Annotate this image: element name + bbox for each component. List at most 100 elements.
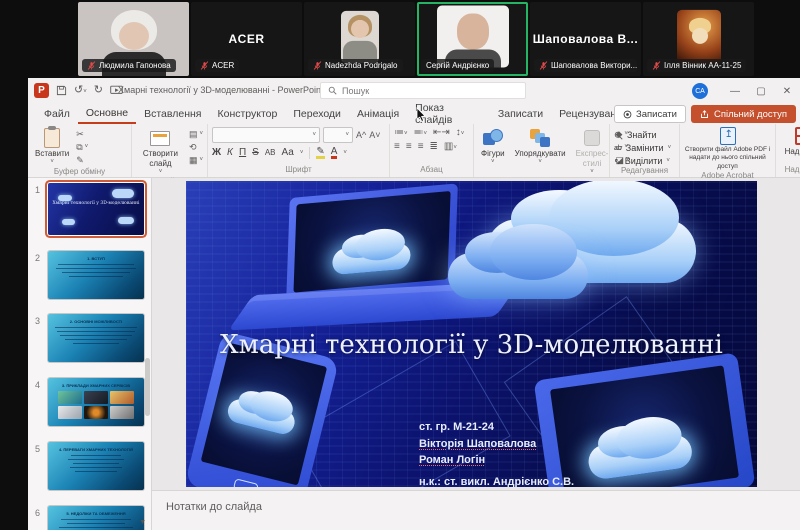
slide-thumbnail-6[interactable]: 5. НЕДОЛІКИ ТА ОБМЕЖЕННЯ bbox=[48, 506, 144, 530]
replace-button[interactable]: ab Замінити˅ bbox=[614, 143, 671, 153]
slide-thumbnail-1-selected[interactable]: Хмарні технології у 3D-моделюванні bbox=[48, 183, 144, 235]
cloud-shape bbox=[62, 219, 75, 225]
slide-title[interactable]: Хмарні технології у 3D-моделюванні bbox=[186, 330, 757, 360]
phone-home-button bbox=[233, 478, 259, 487]
paste-button[interactable]: Вставити˅ bbox=[32, 127, 72, 167]
tab-file[interactable]: Файл bbox=[36, 104, 78, 124]
section-icon[interactable]: ▦˅ bbox=[189, 155, 203, 166]
group-label: Редагування bbox=[610, 166, 679, 177]
align-center-icon[interactable]: ≡ bbox=[406, 141, 412, 152]
slide-thumbnail-3[interactable]: 2. ОСНОВНІ МОЖЛИВОСТІ bbox=[48, 314, 144, 362]
font-color-button[interactable]: А bbox=[331, 147, 338, 159]
reset-icon[interactable]: ⟲ bbox=[189, 142, 203, 153]
ribbon-tab-bar: Файл Основне Вставлення Конструктор Пере… bbox=[28, 104, 800, 124]
new-slide-button[interactable]: Створити слайд˅ bbox=[136, 127, 185, 177]
line-spacing-icon[interactable]: ↕˅ bbox=[456, 127, 465, 138]
justify-icon[interactable]: ≣ bbox=[430, 141, 438, 152]
text-line bbox=[61, 519, 130, 520]
tab-record[interactable]: Записати bbox=[490, 104, 551, 124]
participant-video bbox=[119, 22, 149, 50]
font-name-select[interactable]: ˅ bbox=[212, 127, 320, 143]
mic-muted-icon bbox=[652, 61, 661, 70]
indent-icons[interactable]: ⇤⇥ bbox=[433, 127, 450, 138]
thumbnail-image bbox=[58, 406, 82, 419]
italic-button[interactable]: К bbox=[227, 147, 233, 158]
tab-design[interactable]: Конструктор bbox=[209, 104, 285, 124]
participant-tile[interactable]: ACER ACER bbox=[191, 2, 302, 76]
participant-name-tag: Шаповалова Виктори... bbox=[534, 59, 637, 72]
tab-insert[interactable]: Вставлення bbox=[136, 104, 209, 124]
undo-icon[interactable]: ↺˅ bbox=[74, 85, 87, 96]
tab-transitions[interactable]: Переходи bbox=[285, 104, 349, 124]
slide-canvas[interactable]: Хмарні технології у 3D-моделюванні ст. г… bbox=[186, 181, 757, 487]
create-pdf-button[interactable]: Створити файл Adobe PDF і надати до ньог… bbox=[684, 146, 771, 171]
slide-credits[interactable]: ст. гр. М-21-24 Вікторія Шаповалова Рома… bbox=[419, 419, 574, 487]
participant-name-tag: Nadezhda Podrigalo bbox=[308, 59, 403, 72]
credit-supervisor: н.к.: ст. викл. Андрієнко С.В. bbox=[419, 474, 574, 488]
scroll-down-arrow[interactable]: ▼ bbox=[139, 519, 146, 526]
tab-home[interactable]: Основне bbox=[78, 104, 136, 124]
menubar-actions: Записати Спільний доступ bbox=[614, 105, 796, 123]
shapes-button[interactable]: Фігури˅ bbox=[478, 127, 508, 167]
minimize-button[interactable]: — bbox=[722, 78, 748, 104]
numbering-icon[interactable]: ≕˅ bbox=[414, 127, 428, 138]
cut-icon[interactable]: ✂ bbox=[76, 129, 88, 140]
search-placeholder: Пошук bbox=[342, 86, 369, 96]
strikethrough-button[interactable]: S bbox=[252, 147, 259, 158]
maximize-button[interactable]: ▢ bbox=[748, 78, 774, 104]
change-case-button[interactable]: Аа bbox=[281, 147, 293, 158]
search-input[interactable]: Пошук bbox=[320, 82, 526, 99]
close-button[interactable]: ✕ bbox=[774, 78, 800, 104]
cloud-icon bbox=[225, 397, 297, 437]
format-painter-icon[interactable]: ✎ bbox=[76, 155, 88, 166]
grow-font-icon[interactable]: А^ bbox=[356, 130, 366, 141]
addins-button[interactable]: Надбудови bbox=[785, 147, 800, 156]
slide-thumbnail-5[interactable]: 4. ПЕРЕВАГИ ХМАРНИХ ТЕХНОЛОГІЙ bbox=[48, 442, 144, 490]
text-line bbox=[59, 527, 134, 528]
quick-styles-button[interactable]: Експрес-стилі˅ bbox=[573, 127, 612, 177]
character-spacing-button[interactable]: АВ bbox=[265, 148, 276, 157]
redo-icon[interactable]: ↻ bbox=[94, 85, 103, 96]
thumbnail-scrollbar[interactable] bbox=[145, 358, 150, 416]
thumbnail-title: 4. ПЕРЕВАГИ ХМАРНИХ ТЕХНОЛОГІЙ bbox=[48, 442, 144, 452]
layout-icon[interactable]: ▤˅ bbox=[189, 129, 203, 140]
slide-thumbnail-2[interactable]: 1. ВСТУП bbox=[48, 251, 144, 299]
select-button[interactable]: ⇖ Виділити˅ bbox=[614, 156, 671, 166]
user-avatar[interactable]: СА bbox=[692, 83, 708, 99]
participant-tile[interactable]: Шаповалова В... Шаповалова Виктори... bbox=[530, 2, 641, 76]
save-icon[interactable] bbox=[56, 85, 67, 96]
shrink-font-icon[interactable]: А˅ bbox=[369, 130, 380, 141]
text-highlight-button[interactable]: ✎ bbox=[316, 147, 324, 159]
addins-icon bbox=[795, 127, 800, 145]
share-button[interactable]: Спільний доступ bbox=[691, 105, 796, 123]
align-right-icon[interactable]: ≡ bbox=[418, 141, 424, 152]
participant-tile-active-speaker[interactable]: Сергій Андрієнко bbox=[417, 2, 528, 76]
arrange-button[interactable]: Упорядкувати˅ bbox=[512, 127, 569, 167]
columns-icon[interactable]: ▥˅ bbox=[444, 141, 457, 152]
thumbnail-title: 1. ВСТУП bbox=[48, 251, 144, 261]
thumbnail-image bbox=[110, 391, 134, 404]
tab-animations[interactable]: Анімація bbox=[349, 104, 407, 124]
quick-styles-icon bbox=[584, 130, 600, 146]
bold-button[interactable]: Ж bbox=[212, 147, 221, 158]
participant-tile[interactable]: Ілля Вінник АА-11-25 bbox=[643, 2, 754, 76]
record-button[interactable]: Записати bbox=[614, 105, 686, 123]
find-button[interactable]: Знайти bbox=[614, 130, 671, 140]
participant-name: Шаповалова Виктори... bbox=[551, 61, 637, 70]
slide-thumbnail-4[interactable]: 3. ПРИКЛАДИ ХМАРНИХ СЕРВІСІВ bbox=[48, 378, 144, 426]
font-size-select[interactable]: ˅ bbox=[323, 127, 353, 143]
avatar bbox=[341, 11, 379, 63]
text-line bbox=[71, 455, 121, 456]
notes-panel[interactable]: Нотатки до слайда bbox=[152, 490, 800, 530]
underline-button[interactable]: П bbox=[239, 147, 246, 158]
text-line bbox=[70, 467, 123, 468]
cloud-shape bbox=[58, 195, 72, 201]
copy-icon[interactable]: ⧉˅ bbox=[76, 142, 88, 153]
bullets-icon[interactable]: ≔˅ bbox=[394, 127, 408, 138]
participant-tile[interactable]: Людмила Гапонова bbox=[78, 2, 189, 76]
replace-label: Замінити bbox=[626, 143, 664, 153]
participant-tile[interactable]: Nadezhda Podrigalo bbox=[304, 2, 415, 76]
align-left-icon[interactable]: ≡ bbox=[394, 141, 400, 152]
participant-name-tag: Людмила Гапонова bbox=[82, 59, 176, 72]
participant-name-tag: ACER bbox=[195, 59, 239, 72]
